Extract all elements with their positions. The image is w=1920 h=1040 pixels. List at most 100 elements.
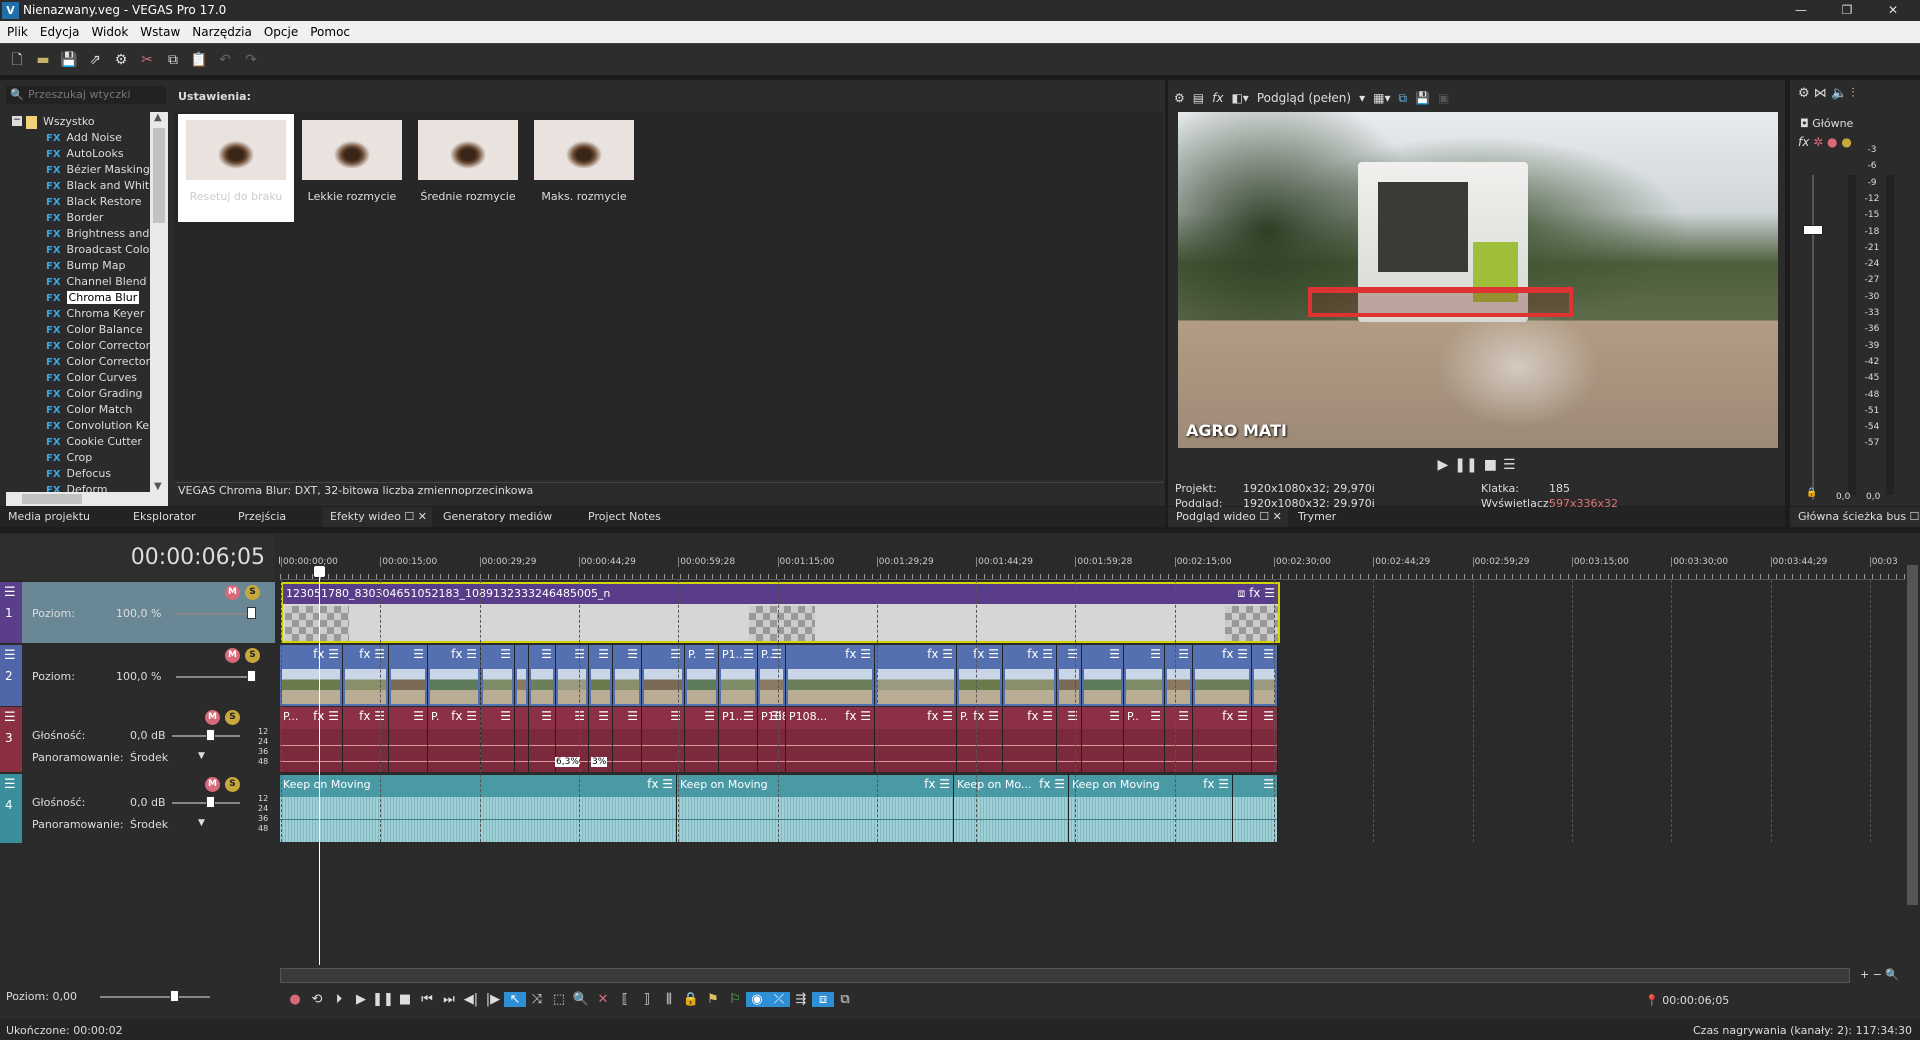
clip-menu-icon[interactable]: fx ☰: [451, 647, 477, 661]
clip-menu-icon[interactable]: fx ☰: [1203, 777, 1229, 791]
audio-clip[interactable]: P. fx ☰: [428, 707, 481, 772]
menu-pomoc[interactable]: Pomoc: [310, 25, 350, 39]
fx-icon[interactable]: fx: [1798, 135, 1809, 149]
audio-clip[interactable]: ☰: [1082, 707, 1124, 772]
audio-clip[interactable]: P1... ☰: [719, 707, 758, 772]
video-clip[interactable]: ☰: [613, 645, 642, 706]
video-clip[interactable]: fx ☰: [786, 645, 875, 706]
clip-menu-icon[interactable]: ☰: [743, 647, 754, 661]
lock-envelopes-icon[interactable]: ⧈: [812, 992, 834, 1007]
audio-clip[interactable]: P.. ☰: [1124, 707, 1165, 772]
menu-widok[interactable]: Widok: [91, 25, 128, 39]
track-header[interactable]: ☰ 1 M S Poziom: 100,0 %: [0, 582, 275, 643]
clip-menu-icon[interactable]: fx ☰: [927, 647, 953, 661]
snapping-icon[interactable]: ◉: [746, 992, 768, 1007]
clip-menu-icon[interactable]: ☰: [1263, 709, 1274, 723]
video-clip[interactable]: fx ☰: [1193, 645, 1252, 706]
video-clip[interactable]: ☰: [389, 645, 428, 706]
music-clip[interactable]: ☰: [1233, 775, 1278, 842]
video-clip[interactable]: ☰: [1124, 645, 1165, 706]
zoom-tool-icon[interactable]: 🔍: [570, 992, 592, 1007]
clip-menu-icon[interactable]: ☰: [1109, 647, 1120, 661]
undo-icon[interactable]: ↶: [214, 49, 236, 71]
track-header[interactable]: ☰ 4 M S Głośność: 0,0 dB Panoramowanie: Środek ▼…: [0, 774, 275, 843]
track-header[interactable]: ☰ 2 M S Poziom: 100,0 %: [0, 645, 275, 706]
clip-menu-icon[interactable]: ☰: [541, 709, 552, 723]
speaker-icon[interactable]: 🔈: [1831, 86, 1847, 101]
mixer-settings-icon[interactable]: ⚙: [1798, 86, 1810, 101]
solo-button[interactable]: S: [245, 648, 260, 663]
video-clip[interactable]: ☰: [529, 645, 556, 706]
clip-menu-icon[interactable]: fx ☰: [313, 709, 339, 723]
tree-item[interactable]: FX Color Curves: [46, 370, 158, 386]
solo-button[interactable]: S: [245, 585, 260, 600]
tree-item[interactable]: FX Bump Map: [46, 258, 158, 274]
tab-podglad-wideo[interactable]: Podgląd wideo ☐ ✕: [1168, 507, 1288, 527]
solo-button[interactable]: S: [225, 710, 240, 725]
clip-menu-icon[interactable]: ☰: [500, 709, 511, 723]
trim-end-icon[interactable]: ⟧: [636, 992, 658, 1007]
music-clip[interactable]: Keep on Moving fx ☰: [677, 775, 954, 842]
tab-efekty-wideo[interactable]: Efekty wideo ☐ ✕: [322, 507, 432, 527]
copy-snapshot-icon[interactable]: ⧉: [1398, 91, 1407, 105]
tab-przejscia[interactable]: Przejścia: [230, 507, 325, 527]
audio-clip[interactable]: ☰: [1057, 707, 1082, 772]
clip-menu-icon[interactable]: ☰: [598, 709, 609, 723]
preset-card[interactable]: Resetuj do braku: [178, 114, 294, 222]
tab-glowna-sciezka-bus[interactable]: Główna ścieżka bus ☐: [1790, 507, 1920, 527]
video-clip[interactable]: P1... ☰: [719, 645, 758, 706]
tree-item[interactable]: FX Broadcast Colors: [46, 242, 158, 258]
clip-menu-icon[interactable]: ☰: [704, 709, 715, 723]
mute-button[interactable]: M: [205, 777, 220, 792]
go-to-start-icon[interactable]: ⏮: [416, 992, 438, 1007]
master-level-knob[interactable]: [170, 990, 179, 1002]
clip-menu-icon[interactable]: fx ☰: [1222, 709, 1248, 723]
pause-icon[interactable]: ❚❚: [372, 992, 394, 1007]
collapse-icon[interactable]: −: [12, 116, 22, 126]
pan-slider-icon[interactable]: ▼: [198, 751, 205, 761]
mute-icon[interactable]: ●: [1827, 135, 1837, 149]
video-clip[interactable]: ☰: [1165, 645, 1193, 706]
ignore-grouping-icon[interactable]: ⧉: [834, 992, 856, 1007]
level-slider-knob[interactable]: [247, 607, 256, 619]
video-clip[interactable]: fx ☰: [280, 645, 343, 706]
go-to-end-icon[interactable]: ⏭: [438, 992, 460, 1007]
clip-menu-icon[interactable]: ☰: [598, 647, 609, 661]
clip-menu-icon[interactable]: fx ☰: [1222, 647, 1248, 661]
timeline-ruler[interactable]: 00:00:00;00 00:00:15;00 00:00:29;29 00:00:4…: [280, 555, 1905, 580]
audio-clip[interactable]: ☰: [685, 707, 719, 772]
video-clip[interactable]: [515, 645, 529, 706]
volume-slider-knob[interactable]: [206, 729, 215, 741]
close-button[interactable]: ✕: [1870, 0, 1916, 21]
tree-root[interactable]: Wszystko: [26, 114, 95, 130]
clip-menu-icon[interactable]: ☰: [670, 709, 681, 723]
marker-icon[interactable]: ⚑: [702, 992, 724, 1007]
music-clip[interactable]: Keep on Mo... fx ☰: [954, 775, 1069, 842]
tree-item[interactable]: FX AutoLooks: [46, 146, 158, 162]
region-icon[interactable]: ⚐: [724, 992, 746, 1007]
tree-item[interactable]: FX Defocus: [46, 466, 158, 482]
open-folder-icon[interactable]: ▬: [32, 49, 54, 71]
close-tab-icon[interactable]: ✕: [418, 510, 427, 523]
tree-item[interactable]: FX Color Corrector (S: [46, 354, 158, 370]
trim-start-icon[interactable]: ⟦: [614, 992, 636, 1007]
clip-menu-icon[interactable]: ☰: [1263, 647, 1274, 661]
clip-fx-menu-icon[interactable]: ⧈ fx ☰: [1238, 586, 1275, 601]
stop-icon[interactable]: ■: [394, 992, 416, 1007]
save-icon[interactable]: 💾: [58, 49, 80, 71]
solo-icon[interactable]: ●: [1841, 135, 1851, 149]
clip-menu-icon[interactable]: ☰: [1150, 709, 1161, 723]
audio-clip[interactable]: fx ☰: [1193, 707, 1252, 772]
tree-vertical-scrollbar[interactable]: ▲ ▼: [150, 112, 168, 492]
menu-wstaw[interactable]: Wstaw: [140, 25, 180, 39]
menu-edycja[interactable]: Edycja: [40, 25, 80, 39]
overlays-grid-icon[interactable]: ▦▾: [1373, 91, 1390, 105]
tab-generatory-mediow[interactable]: Generatory mediów: [435, 507, 575, 527]
tree-item[interactable]: FX Cookie Cutter: [46, 434, 158, 450]
track-menu-icon[interactable]: ☰: [4, 585, 16, 600]
level-slider[interactable]: [176, 613, 256, 615]
audio-clip[interactable]: fx ☰: [875, 707, 957, 772]
tree-item[interactable]: FX Black and White: [46, 178, 158, 194]
auto-crossfade-icon[interactable]: ⤫: [768, 992, 790, 1007]
tree-item[interactable]: FX Border: [46, 210, 158, 226]
